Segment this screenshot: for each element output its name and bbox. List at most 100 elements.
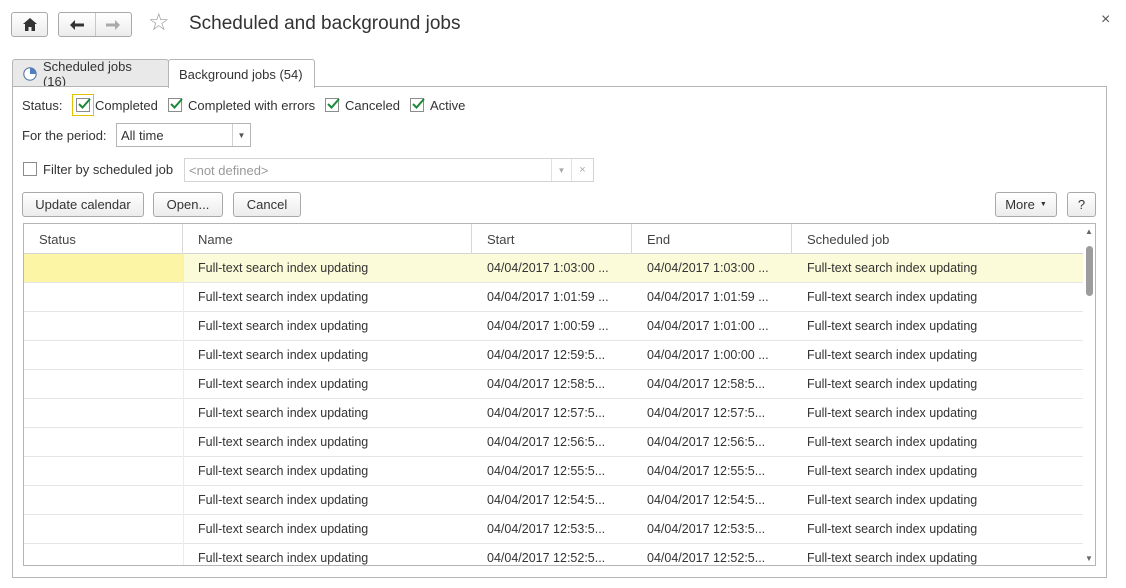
scheduled-job-cell: Full-text search index updating [792,283,1084,311]
name-cell-text: Full-text search index updating [198,522,369,536]
close-icon[interactable]: × [1101,11,1110,29]
status-cell [24,341,183,369]
start-cell: 04/04/2017 12:57:5... [472,399,632,427]
start-cell-text: 04/04/2017 12:55:5... [487,464,606,478]
scheduled-job-cell: Full-text search index updating [792,254,1084,282]
name-cell-text: Full-text search index updating [198,493,369,507]
scheduled-job-cell: Full-text search index updating [792,341,1084,369]
column-header-scheduled-job[interactable]: Scheduled job [792,224,1084,254]
active-checkbox[interactable] [410,98,425,112]
start-cell-text: 04/04/2017 12:58:5... [487,377,606,391]
tab-background-jobs[interactable]: Background jobs (54) [168,59,315,88]
home-button[interactable] [11,12,48,37]
canceled-checkbox[interactable] [325,98,340,112]
canceled-label: Canceled [345,98,400,113]
start-cell: 04/04/2017 12:52:5... [472,544,632,565]
scheduled-job-cell: Full-text search index updating [792,486,1084,514]
scheduled-job-cell: Full-text search index updating [792,399,1084,427]
start-cell-text: 04/04/2017 12:54:5... [487,493,606,507]
completed-with-errors-label: Completed with errors [188,98,316,113]
column-header-status[interactable]: Status [24,224,183,254]
filter-by-job-checkbox[interactable] [23,162,37,176]
update-calendar-button[interactable]: Update calendar [22,192,144,217]
end-cell-text: 04/04/2017 1:00:00 ... [647,348,769,362]
help-button[interactable]: ? [1067,192,1096,217]
name-cell-text: Full-text search index updating [198,435,369,449]
end-cell-text: 04/04/2017 1:01:00 ... [647,319,769,333]
completed-checkbox[interactable] [76,98,91,112]
end-cell-text: 04/04/2017 1:01:59 ... [647,290,769,304]
scheduled-job-cell-text: Full-text search index updating [807,261,978,275]
home-icon [22,18,37,31]
status-cell [24,283,183,311]
scheduled-job-cell: Full-text search index updating [792,544,1084,565]
more-label: More [1005,197,1035,212]
column-divider [183,254,184,565]
vertical-scrollbar[interactable]: ▲ ▼ [1083,224,1095,565]
scheduled-job-cell-text: Full-text search index updating [807,406,978,420]
end-cell: 04/04/2017 1:03:00 ... [632,254,792,282]
name-cell: Full-text search index updating [183,544,472,565]
start-cell-text: 04/04/2017 1:03:00 ... [487,261,609,275]
open-button[interactable]: Open... [153,192,223,217]
period-label: For the period: [22,128,107,143]
start-cell: 04/04/2017 12:59:5... [472,341,632,369]
scheduled-job-cell-text: Full-text search index updating [807,348,978,362]
scrollbar-thumb[interactable] [1086,246,1093,296]
more-button[interactable]: More ▼ [995,192,1057,217]
column-header-name[interactable]: Name [183,224,472,254]
start-cell: 04/04/2017 12:55:5... [472,457,632,485]
column-header-start[interactable]: Start [472,224,632,254]
table-header: Status Name Start End Scheduled job [24,224,1084,254]
status-label: Status: [22,98,63,113]
star-icon[interactable]: ☆ [148,11,170,35]
scheduled-job-cell-text: Full-text search index updating [807,290,978,304]
end-cell-text: 04/04/2017 12:55:5... [647,464,766,478]
scheduled-job-cell-text: Full-text search index updating [807,319,978,333]
end-cell: 04/04/2017 12:58:5... [632,370,792,398]
status-cell [24,457,183,485]
start-cell: 04/04/2017 12:54:5... [472,486,632,514]
jobs-table[interactable]: Status Name Start End Scheduled job Full… [23,223,1096,566]
name-cell: Full-text search index updating [183,341,472,369]
forward-button[interactable] [96,13,132,36]
name-cell: Full-text search index updating [183,312,472,340]
name-cell: Full-text search index updating [183,399,472,427]
period-select[interactable]: All time ▼ [116,123,251,147]
active-label: Active [430,98,466,113]
tab-scheduled-jobs[interactable]: Scheduled jobs (16) [12,59,169,89]
start-cell: 04/04/2017 1:03:00 ... [472,254,632,282]
start-cell-text: 04/04/2017 1:01:59 ... [487,290,609,304]
clear-icon[interactable]: × [571,159,593,181]
start-cell-text: 04/04/2017 12:56:5... [487,435,606,449]
start-cell: 04/04/2017 1:00:59 ... [472,312,632,340]
history-nav [58,12,132,37]
end-cell-text: 04/04/2017 1:03:00 ... [647,261,769,275]
start-cell: 04/04/2017 12:58:5... [472,370,632,398]
start-cell-text: 04/04/2017 12:53:5... [487,522,606,536]
name-cell-text: Full-text search index updating [198,348,369,362]
dropdown-arrow-icon[interactable]: ▼ [232,124,250,146]
scheduled-job-cell-text: Full-text search index updating [807,435,978,449]
column-header-end[interactable]: End [632,224,792,254]
status-cell [24,544,183,565]
name-cell-text: Full-text search index updating [198,406,369,420]
name-cell: Full-text search index updating [183,283,472,311]
status-cell [24,486,183,514]
scheduled-job-cell: Full-text search index updating [792,370,1084,398]
completed-with-errors-checkbox[interactable] [168,98,183,112]
back-button[interactable] [59,13,96,36]
end-cell: 04/04/2017 12:54:5... [632,486,792,514]
cancel-button[interactable]: Cancel [233,192,301,217]
scheduled-job-cell: Full-text search index updating [792,428,1084,456]
scroll-up-icon[interactable]: ▲ [1085,227,1093,236]
end-cell: 04/04/2017 12:56:5... [632,428,792,456]
status-cell [24,312,183,340]
name-cell-text: Full-text search index updating [198,319,369,333]
scroll-down-icon[interactable]: ▼ [1085,554,1093,563]
dropdown-arrow-icon[interactable]: ▼ [551,159,571,181]
filter-by-job-label: Filter by scheduled job [43,162,174,177]
name-cell: Full-text search index updating [183,457,472,485]
start-cell-text: 04/04/2017 1:00:59 ... [487,319,609,333]
scheduled-job-field[interactable]: <not defined> ▼ × [184,158,594,182]
